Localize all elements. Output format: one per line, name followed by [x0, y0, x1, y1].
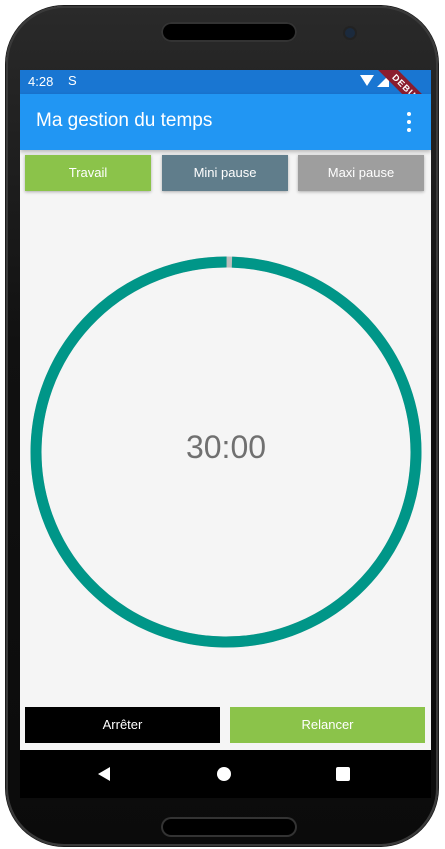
- recents-icon[interactable]: [336, 767, 350, 781]
- timer-text: 30:00: [185, 429, 267, 465]
- sim-icon: S: [68, 73, 77, 88]
- more-vert-icon[interactable]: [399, 108, 419, 136]
- front-camera: [345, 28, 355, 38]
- status-bar: 4:28 S DEBUG: [20, 70, 431, 130]
- menu-dot: [407, 128, 411, 132]
- app-screen: 4:28 S DEBUG Ma gestion du temps Travail…: [20, 70, 431, 750]
- top-speaker: [161, 22, 297, 42]
- wifi-icon: [360, 75, 374, 86]
- app-title: Ma gestion du temps: [36, 110, 213, 131]
- mode-work-button[interactable]: Travail: [25, 155, 151, 191]
- timer-display: 30:00: [28, 254, 424, 650]
- stop-button[interactable]: Arrêter: [25, 707, 220, 743]
- back-icon[interactable]: [98, 767, 110, 781]
- home-icon[interactable]: [217, 767, 231, 781]
- bottom-speaker: [161, 817, 297, 837]
- restart-button[interactable]: Relancer: [230, 707, 425, 743]
- status-time: 4:28: [28, 74, 54, 89]
- menu-dot: [407, 120, 411, 124]
- mode-long-break-button[interactable]: Maxi pause: [298, 155, 424, 191]
- mode-short-break-button[interactable]: Mini pause: [162, 155, 288, 191]
- app-bar: Ma gestion du temps: [20, 94, 431, 150]
- navigation-bar: [20, 750, 431, 798]
- menu-dot: [407, 112, 411, 116]
